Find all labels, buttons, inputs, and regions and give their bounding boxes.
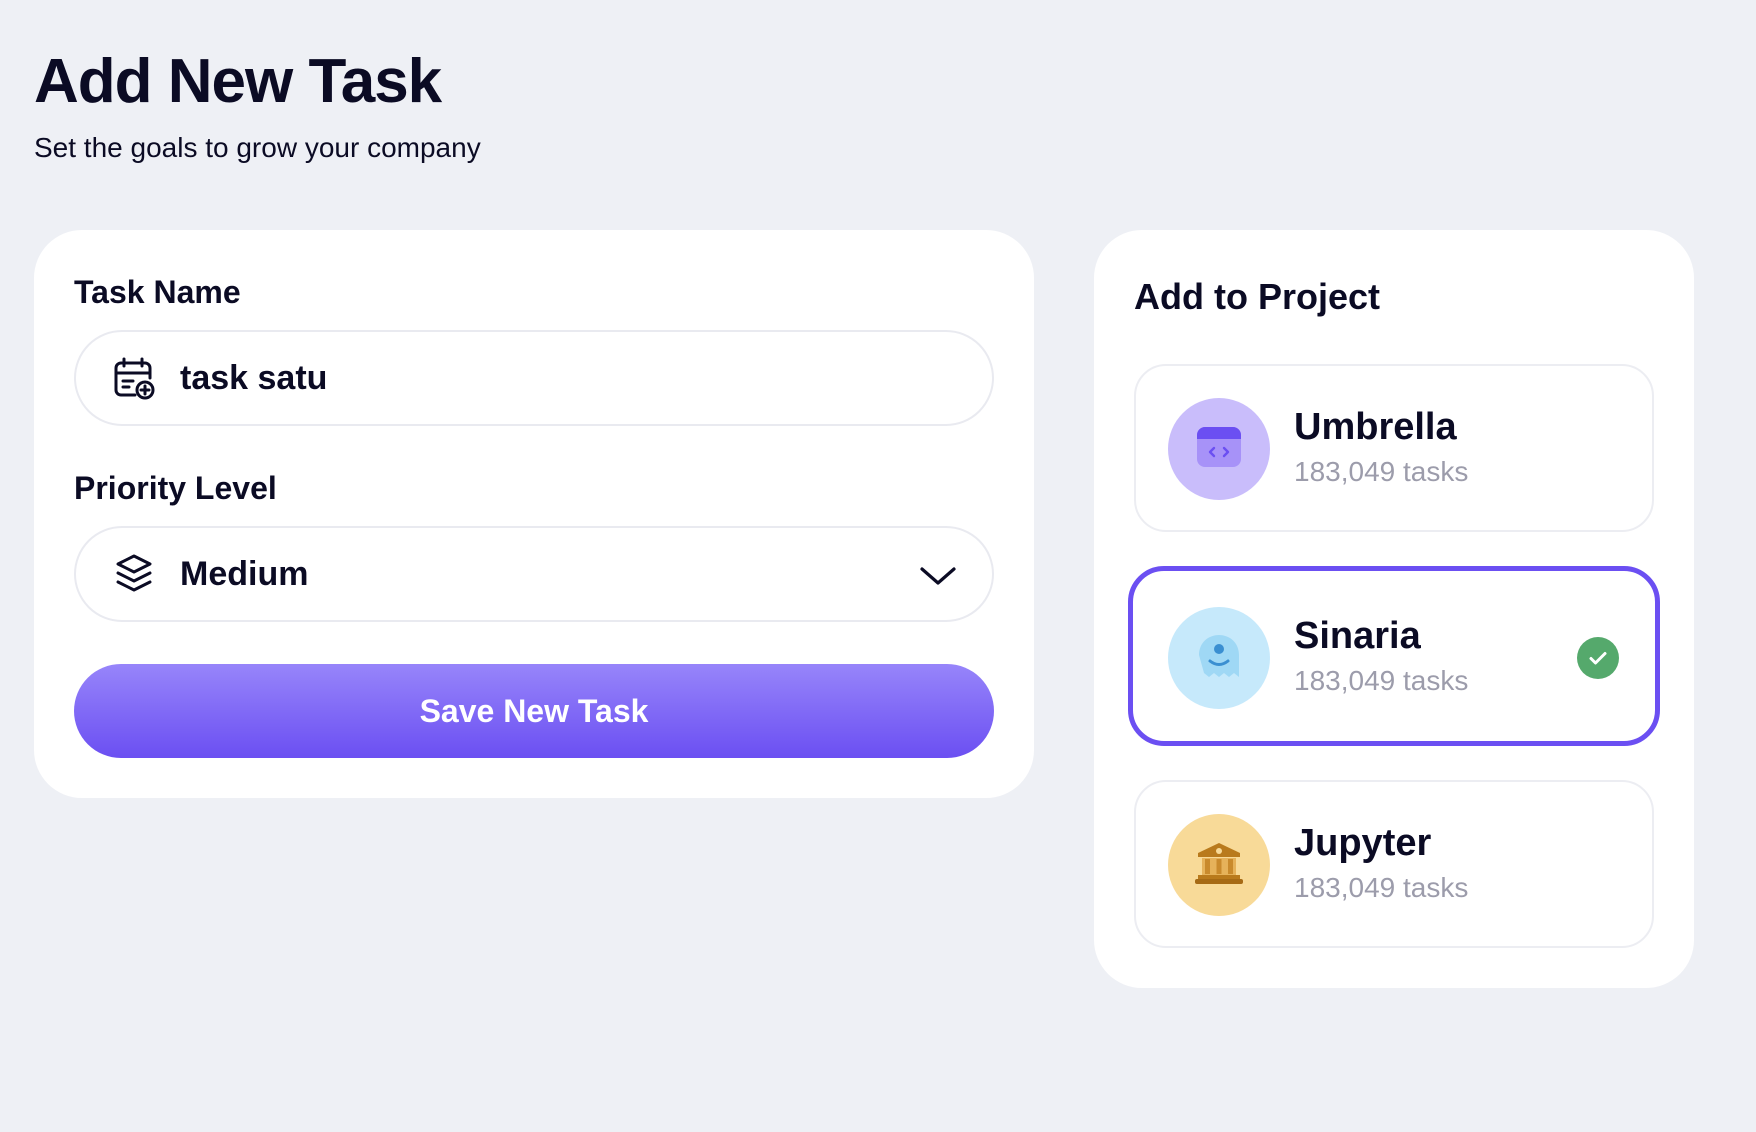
project-item-sinaria[interactable]: Sinaria 183,049 tasks bbox=[1128, 566, 1660, 746]
project-task-count: 183,049 tasks bbox=[1294, 872, 1469, 903]
task-name-label: Task Name bbox=[74, 274, 241, 310]
project-item-jupyter[interactable]: Jupyter 183,049 tasks bbox=[1134, 780, 1654, 948]
project-avatar bbox=[1168, 398, 1270, 500]
task-name-field[interactable] bbox=[74, 330, 994, 426]
page-title: Add New Task bbox=[34, 47, 442, 116]
priority-select[interactable]: Medium bbox=[74, 526, 994, 622]
save-new-task-button[interactable]: Save New Task bbox=[74, 664, 994, 758]
bank-icon bbox=[1194, 841, 1244, 890]
add-to-project-card: Add to Project Umbrella 183,049 tasks Si… bbox=[1094, 230, 1694, 988]
project-item-umbrella[interactable]: Umbrella 183,049 tasks bbox=[1134, 364, 1654, 532]
priority-level-label: Priority Level bbox=[74, 470, 277, 506]
project-name: Sinaria bbox=[1294, 615, 1421, 657]
layers-icon bbox=[110, 550, 158, 598]
add-to-project-heading: Add to Project bbox=[1134, 276, 1381, 317]
page-subtitle: Set the goals to grow your company bbox=[34, 132, 481, 163]
project-avatar bbox=[1168, 814, 1270, 916]
project-name: Umbrella bbox=[1294, 406, 1457, 448]
project-avatar bbox=[1168, 607, 1270, 709]
project-task-count: 183,049 tasks bbox=[1294, 665, 1469, 696]
ghost-icon bbox=[1197, 633, 1241, 684]
project-name: Jupyter bbox=[1294, 822, 1432, 864]
task-name-input[interactable] bbox=[180, 358, 940, 398]
calendar-add-icon bbox=[110, 354, 158, 402]
task-form-card: Task Name Priority Level bbox=[34, 230, 1034, 798]
priority-value: Medium bbox=[180, 554, 309, 593]
page: Add New Task Set the goals to grow your … bbox=[0, 0, 1756, 1132]
code-window-icon bbox=[1196, 426, 1242, 473]
project-task-count: 183,049 tasks bbox=[1294, 456, 1469, 487]
check-icon bbox=[1577, 637, 1619, 679]
chevron-down-icon[interactable] bbox=[918, 558, 958, 594]
